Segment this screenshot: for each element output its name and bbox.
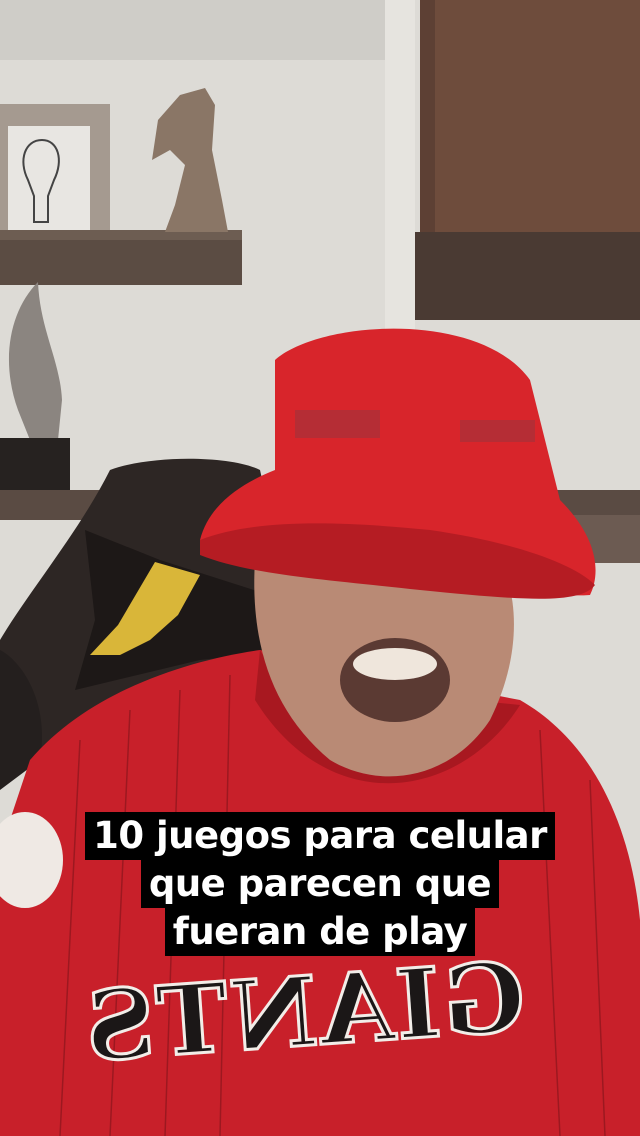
upper-shelf — [0, 230, 242, 285]
story-frame: GIANTS 10 juegos para celular que parece… — [0, 0, 640, 1136]
caption-line-2: que parecen que — [140, 860, 500, 908]
story-caption: 10 juegos para celular que parecen que f… — [0, 812, 640, 956]
picture-frame — [0, 104, 110, 230]
caption-line-1: 10 juegos para celular — [85, 812, 555, 860]
wall-cabinet — [415, 0, 640, 320]
caption-line-3: fueran de play — [164, 908, 476, 956]
